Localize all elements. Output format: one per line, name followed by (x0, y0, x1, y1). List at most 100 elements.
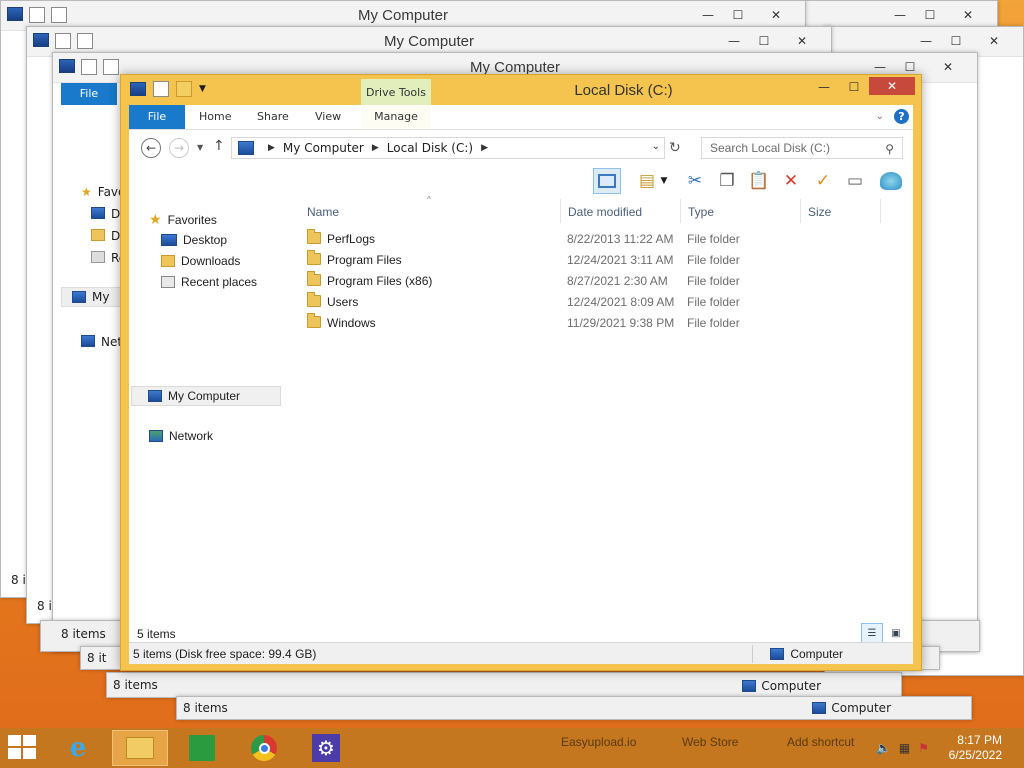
nav-recent-places[interactable]: Recent places (161, 275, 257, 289)
column-headers: Name ^ Date modified Type Size (305, 195, 913, 225)
clock-time: 8:17 PM (957, 733, 1002, 747)
delete-icon[interactable]: ✕ (777, 168, 805, 194)
up-button[interactable]: ↑ (213, 138, 225, 154)
store-icon[interactable] (174, 730, 230, 766)
tab-share[interactable]: Share (245, 105, 301, 129)
paste-icon[interactable]: 📋 (745, 168, 773, 194)
search-input[interactable]: Search Local Disk (C:) ⚲ (701, 137, 903, 159)
status-disk-space: 5 items (Disk free space: 99.4 GB) (133, 647, 317, 661)
taskbar: e ⚙ Easyupload.io Web Store Add shortcut… (0, 728, 1024, 768)
folder-icon (307, 271, 321, 286)
nav-network[interactable]: Network (149, 429, 213, 443)
start-button[interactable] (8, 735, 38, 761)
window-title: Local Disk (C:) (574, 82, 673, 99)
search-placeholder: Search Local Disk (C:) (710, 141, 831, 155)
desktop-icon (161, 234, 177, 246)
toolbar: ▤ ▼ ✂ ❐ 📋 ✕ ✓ ▭ (129, 165, 913, 197)
tab-home[interactable]: Home (187, 105, 243, 129)
help-icon[interactable]: ? (894, 109, 909, 124)
explorer-window[interactable]: ▼ Drive Tools Local Disk (C:) — ☐ ✕ File… (120, 74, 922, 671)
cut-icon[interactable]: ✂ (681, 168, 709, 194)
clock-date: 6/25/2022 (948, 748, 1002, 762)
preview-pane-icon[interactable] (593, 168, 621, 194)
details-view-icon[interactable]: ☰ (861, 623, 883, 643)
quicklink-add-shortcut[interactable]: Add shortcut (787, 735, 854, 749)
system-tray: 🔈 ▦ ⚑ (876, 741, 929, 755)
tab-file[interactable]: File (129, 105, 185, 129)
options-dropdown-icon[interactable]: ▼ (657, 168, 671, 194)
status-right: Computer (831, 701, 891, 715)
expand-ribbon-icon[interactable]: ⌄ (876, 111, 884, 122)
rename-icon[interactable]: ▭ (841, 168, 869, 194)
nav-favorites[interactable]: ★ Favorites (149, 211, 217, 228)
network-icon (149, 430, 163, 442)
breadcrumb-local-disk[interactable]: Local Disk (C:) (387, 141, 473, 155)
tab-manage[interactable]: Manage (361, 105, 431, 129)
file-explorer-icon[interactable] (112, 730, 168, 766)
tab-view[interactable]: View (303, 105, 353, 129)
quicklink-web-store[interactable]: Web Store (682, 735, 738, 749)
column-date-modified[interactable]: Date modified (568, 205, 642, 219)
internet-explorer-icon[interactable]: e (50, 730, 106, 766)
file-row[interactable]: Program Files 12/24/2021 3:11 AM File fold… (305, 250, 745, 271)
folder-icon (307, 250, 321, 265)
quicklink-easyupload[interactable]: Easyupload.io (561, 735, 636, 749)
minimize-icon[interactable]: — (693, 5, 723, 25)
downloads-icon (161, 255, 175, 267)
address-dropdown-icon[interactable]: ⌄ (652, 141, 660, 152)
nav-downloads[interactable]: Downloads (161, 254, 240, 268)
computer-icon (770, 648, 785, 660)
refresh-icon[interactable]: ↻ (669, 140, 681, 156)
status-text: 8 items (61, 627, 106, 641)
file-row[interactable]: Users 12/24/2021 8:09 AM File folder (305, 292, 745, 313)
checkmark-icon[interactable]: ✓ (809, 168, 837, 194)
folder-icon (307, 313, 321, 328)
background-window-6[interactable]: 8 items Computer (106, 672, 902, 698)
maximize-icon[interactable]: ☐ (723, 5, 753, 25)
status-text: 8 items (183, 701, 228, 715)
nav-my-computer[interactable]: My Computer (131, 386, 281, 406)
maximize-button[interactable]: ☐ (839, 77, 869, 97)
search-icon: ⚲ (885, 142, 894, 156)
clock[interactable]: 8:17 PM 6/25/2022 (949, 733, 1002, 763)
recent-locations-icon[interactable]: ▼ (197, 143, 203, 152)
title-bar[interactable]: ▼ Drive Tools Local Disk (C:) — ☐ ✕ (121, 75, 921, 105)
close-icon[interactable]: ✕ (753, 5, 799, 25)
minimize-button[interactable]: — (809, 77, 839, 97)
chrome-icon[interactable] (236, 730, 292, 766)
folder-icon (307, 292, 321, 307)
sort-indicator-icon: ^ (427, 195, 431, 204)
copy-icon[interactable]: ❐ (713, 168, 741, 194)
background-window-7[interactable]: 8 items Computer (176, 696, 972, 720)
breadcrumb-my-computer[interactable]: My Computer (283, 141, 364, 155)
file-row[interactable]: Windows 11/29/2021 9:38 PM File folder (305, 313, 745, 334)
window-title: My Computer (357, 7, 449, 24)
file-row[interactable]: Program Files (x86) 8/27/2021 2:30 AM File… (305, 271, 745, 292)
forward-button[interactable]: → (169, 138, 189, 158)
ribbon-tabs: File Home Share View Manage ⌄ ? (129, 105, 913, 129)
close-button[interactable]: ✕ (869, 77, 915, 95)
nav-desktop[interactable]: Desktop (161, 233, 227, 247)
status-bar: 5 items (Disk free space: 99.4 GB) Compu… (129, 642, 913, 664)
address-bar[interactable]: ▶ My Computer ▶ Local Disk (C:) ▶ ⌄ (231, 137, 665, 159)
navigation-bar: ← → ▼ ↑ ▶ My Computer ▶ Local Disk (C:) … (129, 129, 913, 165)
column-size[interactable]: Size (808, 205, 831, 219)
recent-places-icon (161, 276, 175, 288)
navigation-pane: ★ Favorites Desktop Downloads Recent plac… (129, 197, 289, 639)
star-icon: ★ (149, 211, 162, 227)
shell-icon[interactable] (877, 168, 905, 194)
network-status-icon[interactable]: ▦ (899, 741, 910, 755)
status-text: 8 items (113, 678, 158, 692)
window-title: My Computer (383, 33, 475, 50)
item-count: 5 items (137, 627, 176, 641)
column-name[interactable]: Name (307, 205, 339, 219)
column-type[interactable]: Type (688, 205, 714, 219)
file-row[interactable]: PerfLogs 8/22/2013 11:22 AM File folder (305, 229, 745, 250)
settings-gear-icon[interactable]: ⚙ (298, 730, 354, 766)
volume-muted-icon[interactable]: 🔈 (876, 741, 891, 755)
nav-item-bg[interactable]: My (92, 290, 109, 304)
large-icons-view-icon[interactable]: ▣ (885, 623, 907, 643)
action-center-icon[interactable]: ⚑ (918, 741, 929, 755)
back-button[interactable]: ← (141, 138, 161, 158)
file-tab-bg[interactable]: File (61, 83, 117, 105)
